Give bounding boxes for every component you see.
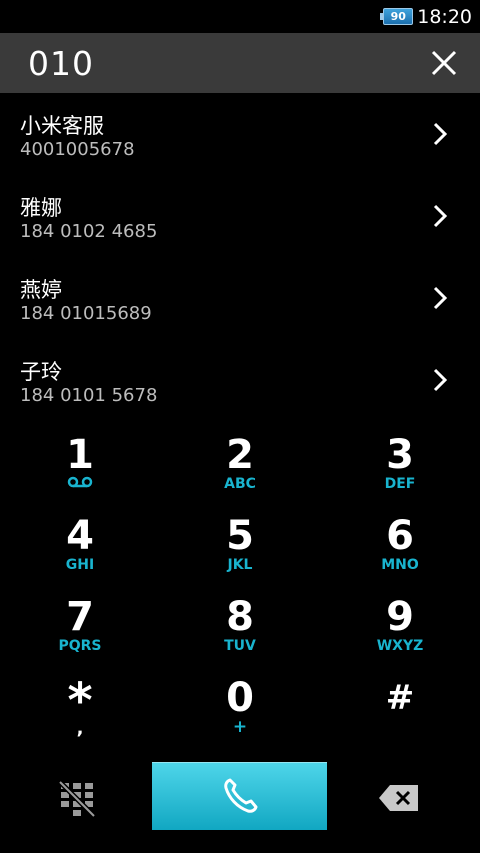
contact-phone: 184 0101 5678 (20, 385, 158, 406)
key-letters: MNO (381, 557, 419, 573)
key-0[interactable]: 0 + (160, 667, 320, 747)
contact-item[interactable]: 小米客服 4001005678 (0, 93, 480, 175)
key-digit: 3 (386, 432, 414, 478)
contact-item[interactable]: 子玲 184 0101 5678 (0, 339, 480, 421)
contact-results-list: 小米客服 4001005678 雅娜 184 0102 4685 燕婷 184 … (0, 93, 480, 421)
key-9[interactable]: 9 WXYZ (320, 586, 480, 666)
key-letters: GHI (65, 557, 95, 573)
status-bar: 90 18:20 (0, 0, 480, 33)
contact-name: 小米客服 (20, 114, 104, 138)
call-button[interactable] (152, 762, 327, 830)
key-digit: 8 (226, 594, 254, 640)
chevron-right-icon[interactable] (432, 285, 448, 311)
key-hash[interactable]: # (320, 667, 480, 747)
dial-number-input[interactable]: 010 (28, 44, 94, 83)
key-1[interactable]: 1 (0, 424, 160, 504)
key-2[interactable]: 2 ABC (160, 424, 320, 504)
key-digit: * (67, 673, 93, 729)
key-digit: 9 (386, 594, 414, 640)
key-digit: 7 (66, 594, 94, 640)
key-letters: WXYZ (376, 638, 424, 654)
key-letters: , (76, 718, 84, 739)
key-letters: JKL (227, 557, 253, 573)
battery-icon: 90 (380, 8, 414, 25)
chevron-right-icon[interactable] (432, 367, 448, 393)
key-digit: # (385, 678, 415, 718)
contact-phone: 184 0102 4685 (20, 221, 158, 242)
dialpad-hide-icon[interactable] (58, 780, 96, 818)
contact-name: 雅娜 (20, 196, 62, 220)
key-letters: ABC (224, 476, 256, 492)
phone-icon (223, 778, 257, 813)
chevron-right-icon[interactable] (432, 121, 448, 147)
status-clock: 18:20 (417, 5, 472, 28)
key-star[interactable]: * , (0, 667, 160, 747)
contact-phone: 184 01015689 (20, 303, 152, 324)
battery-level: 90 (390, 10, 406, 23)
key-digit: 1 (66, 432, 94, 478)
key-6[interactable]: 6 MNO (320, 505, 480, 585)
key-letters: TUV (224, 638, 256, 654)
contact-item[interactable]: 雅娜 184 0102 4685 (0, 175, 480, 257)
backspace-icon[interactable] (378, 784, 420, 812)
key-letters: DEF (384, 476, 416, 492)
key-digit: 2 (226, 432, 254, 478)
key-letters: + (232, 717, 248, 737)
close-icon[interactable] (428, 47, 460, 79)
key-digit: 5 (226, 513, 254, 559)
chevron-right-icon[interactable] (432, 203, 448, 229)
key-letters: PQRS (58, 638, 102, 654)
key-3[interactable]: 3 DEF (320, 424, 480, 504)
key-digit: 4 (66, 513, 94, 559)
contact-name: 子玲 (20, 360, 62, 384)
contact-item[interactable]: 燕婷 184 01015689 (0, 257, 480, 339)
key-7[interactable]: 7 PQRS (0, 586, 160, 666)
dial-number-bar: 010 (0, 33, 480, 93)
key-8[interactable]: 8 TUV (160, 586, 320, 666)
contact-phone: 4001005678 (20, 139, 135, 160)
key-4[interactable]: 4 GHI (0, 505, 160, 585)
key-digit: 0 (226, 675, 254, 721)
contact-name: 燕婷 (20, 278, 62, 302)
key-digit: 6 (386, 513, 414, 559)
key-5[interactable]: 5 JKL (160, 505, 320, 585)
dial-action-bar (0, 762, 480, 830)
